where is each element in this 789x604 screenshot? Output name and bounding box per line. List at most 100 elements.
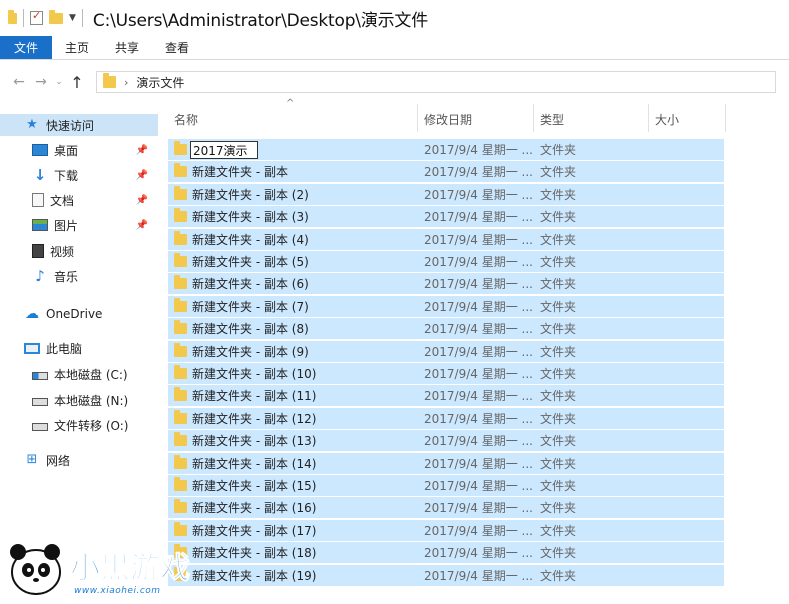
file-name: 新建文件夹 - 副本 (4) bbox=[192, 232, 309, 247]
column-divider[interactable] bbox=[648, 104, 649, 132]
file-date: 2017/9/4 星期一 ... bbox=[424, 479, 533, 493]
column-header-date[interactable]: 修改日期 bbox=[424, 106, 530, 132]
pin-icon[interactable]: 📌 bbox=[136, 195, 148, 206]
file-row[interactable]: 新建文件夹 - 副本 (10) 2017/9/4 星期一 ... 文件夹 bbox=[168, 362, 724, 384]
column-divider[interactable] bbox=[417, 104, 418, 132]
file-type: 文件夹 bbox=[540, 143, 577, 157]
up-arrow-icon[interactable]: ↑ bbox=[66, 73, 88, 92]
file-name: 新建文件夹 - 副本 bbox=[192, 165, 288, 180]
sidebar-item-label: 视频 bbox=[50, 244, 75, 259]
column-divider[interactable] bbox=[533, 104, 534, 132]
sidebar-item-label: 本地磁盘 (N:) bbox=[54, 393, 129, 408]
pin-icon[interactable]: 📌 bbox=[136, 220, 148, 231]
file-date: 2017/9/4 星期一 ... bbox=[424, 232, 533, 247]
file-row[interactable]: 新建文件夹 - 副本 (8) 2017/9/4 星期一 ... 文件夹 bbox=[168, 317, 724, 340]
drive-icon bbox=[32, 398, 48, 406]
file-name: 新建文件夹 - 副本 (10) bbox=[192, 367, 317, 381]
file-row[interactable]: 新建文件夹 - 副本 (15) 2017/9/4 星期一 ... 文件夹 bbox=[168, 474, 724, 496]
file-row[interactable]: 新建文件夹 - 副本 (6) 2017/9/4 星期一 ... 文件夹 bbox=[168, 272, 724, 295]
pin-icon[interactable]: 📌 bbox=[136, 145, 148, 156]
column-header-size[interactable]: 大小 bbox=[655, 106, 721, 132]
file-type: 文件夹 bbox=[540, 344, 577, 359]
file-row[interactable]: 新建文件夹 - 副本 (5) 2017/9/4 星期一 ... 文件夹 bbox=[168, 250, 724, 272]
file-row[interactable]: 新建文件夹 - 副本 (3) 2017/9/4 星期一 ... 文件夹 bbox=[168, 205, 724, 228]
toolbar-divider bbox=[81, 9, 83, 27]
chevron-right-icon[interactable]: › bbox=[124, 76, 128, 89]
file-row[interactable]: 新建文件夹 - 副本 (19) 2017/9/4 星期一 ... 文件夹 bbox=[168, 563, 724, 586]
file-name: 新建文件夹 - 副本 (2) bbox=[192, 187, 309, 202]
address-bar[interactable]: › 演示文件 bbox=[96, 71, 776, 93]
sidebar-item-downloads[interactable]: ↓ 下载 📌 bbox=[0, 164, 158, 186]
properties-icon[interactable] bbox=[30, 9, 43, 25]
sidebar-item-label: 音乐 bbox=[54, 269, 79, 284]
file-row[interactable]: 新建文件夹 - 副本 (9) 2017/9/4 星期一 ... 文件夹 bbox=[168, 339, 724, 362]
recent-locations-chevron-icon[interactable]: ⌄ bbox=[52, 77, 66, 87]
file-row[interactable]: 新建文件夹 - 副本 (14) 2017/9/4 星期一 ... 文件夹 bbox=[168, 451, 724, 474]
folder-icon bbox=[174, 365, 187, 379]
file-row[interactable]: 新建文件夹 - 副本 (16) 2017/9/4 星期一 ... 文件夹 bbox=[168, 496, 724, 519]
folder-icon bbox=[174, 163, 187, 178]
file-name: 新建文件夹 - 副本 (14) bbox=[192, 456, 317, 471]
file-date: 2017/9/4 星期一 ... bbox=[424, 568, 533, 583]
folder-icon bbox=[174, 342, 187, 357]
file-type: 文件夹 bbox=[540, 568, 577, 583]
tab-home[interactable]: 主页 bbox=[52, 36, 102, 59]
tab-view[interactable]: 查看 bbox=[152, 36, 202, 59]
sidebar-item-desktop[interactable]: 桌面 📌 bbox=[0, 139, 158, 161]
customize-toolbar-icon[interactable]: ▼ bbox=[69, 13, 76, 23]
file-row-renaming[interactable]: 2017/9/4 星期一 ... 文件夹 bbox=[168, 138, 724, 160]
sidebar-item-network[interactable]: ⊞ 网络 bbox=[0, 449, 158, 471]
file-name: 新建文件夹 - 副本 (18) bbox=[192, 546, 317, 561]
star-icon: ★ bbox=[26, 117, 38, 132]
sidebar-item-pictures[interactable]: 图片 📌 bbox=[0, 214, 158, 236]
sidebar-item-label: 下载 bbox=[54, 168, 79, 183]
sidebar-item-music[interactable]: ♪ 音乐 bbox=[0, 265, 158, 287]
folder-icon bbox=[174, 499, 187, 514]
sidebar-item-drive-n[interactable]: 本地磁盘 (N:) bbox=[0, 389, 158, 411]
file-row[interactable]: 新建文件夹 - 副本 (17) 2017/9/4 星期一 ... 文件夹 bbox=[168, 518, 724, 541]
file-row[interactable]: 新建文件夹 - 副本 (4) 2017/9/4 星期一 ... 文件夹 bbox=[168, 227, 724, 250]
file-date: 2017/9/4 星期一 ... bbox=[424, 389, 533, 404]
file-type: 文件夹 bbox=[540, 210, 577, 225]
sidebar-item-quick-access[interactable]: ★ 快速访问 bbox=[0, 114, 158, 136]
file-type: 文件夹 bbox=[540, 389, 577, 404]
new-folder-icon[interactable] bbox=[49, 9, 63, 24]
folder-icon[interactable] bbox=[8, 9, 17, 24]
sidebar-item-this-pc[interactable]: 此电脑 bbox=[0, 337, 158, 359]
file-date: 2017/9/4 星期一 ... bbox=[424, 523, 533, 538]
sidebar-item-drive-o[interactable]: 文件转移 (O:) bbox=[0, 414, 158, 436]
file-date: 2017/9/4 星期一 ... bbox=[424, 501, 533, 516]
sidebar-item-label: 桌面 bbox=[54, 143, 79, 158]
pin-icon[interactable]: 📌 bbox=[136, 170, 148, 181]
sidebar-item-documents[interactable]: 文档 📌 bbox=[0, 189, 158, 211]
file-row[interactable]: 新建文件夹 - 副本 2017/9/4 星期一 ... 文件夹 bbox=[168, 160, 724, 183]
file-row[interactable]: 新建文件夹 - 副本 (13) 2017/9/4 星期一 ... 文件夹 bbox=[168, 429, 724, 452]
forward-arrow-icon[interactable]: → bbox=[30, 74, 52, 90]
file-name: 新建文件夹 - 副本 (3) bbox=[192, 210, 309, 225]
column-header-type[interactable]: 类型 bbox=[540, 106, 644, 132]
sidebar-item-onedrive[interactable]: ☁ OneDrive bbox=[0, 303, 158, 325]
desktop-icon bbox=[32, 144, 48, 156]
file-date: 2017/9/4 星期一 ... bbox=[424, 411, 533, 426]
file-row[interactable]: 新建文件夹 - 副本 (7) 2017/9/4 星期一 ... 文件夹 bbox=[168, 294, 724, 317]
file-row[interactable]: 新建文件夹 - 副本 (18) 2017/9/4 星期一 ... 文件夹 bbox=[168, 541, 724, 564]
sidebar-item-label: 此电脑 bbox=[46, 341, 83, 356]
file-row[interactable]: 新建文件夹 - 副本 (12) 2017/9/4 星期一 ... 文件夹 bbox=[168, 406, 724, 429]
column-divider[interactable] bbox=[725, 104, 726, 132]
breadcrumb-current[interactable]: 演示文件 bbox=[136, 74, 184, 91]
file-row[interactable]: 新建文件夹 - 副本 (11) 2017/9/4 星期一 ... 文件夹 bbox=[168, 384, 724, 407]
sidebar-item-videos[interactable]: 视频 bbox=[0, 240, 158, 262]
tab-file[interactable]: 文件 bbox=[0, 36, 52, 59]
file-date: 2017/9/4 星期一 ... bbox=[424, 165, 533, 180]
sidebar-item-drive-c[interactable]: 本地磁盘 (C:) bbox=[0, 363, 158, 385]
tab-share[interactable]: 共享 bbox=[102, 36, 152, 59]
file-row[interactable]: 新建文件夹 - 副本 (2) 2017/9/4 星期一 ... 文件夹 bbox=[168, 182, 724, 205]
title-bar: ▼ C:\Users\Administrator\Desktop\演示文件 bbox=[0, 0, 789, 36]
music-icon: ♪ bbox=[35, 267, 45, 285]
file-type: 文件夹 bbox=[540, 501, 577, 516]
file-date: 2017/9/4 星期一 ... bbox=[424, 299, 533, 314]
column-header-name[interactable]: 名称 bbox=[174, 106, 414, 132]
rename-input[interactable] bbox=[190, 141, 258, 159]
network-icon: ⊞ bbox=[26, 452, 38, 467]
back-arrow-icon[interactable]: ← bbox=[8, 74, 30, 90]
